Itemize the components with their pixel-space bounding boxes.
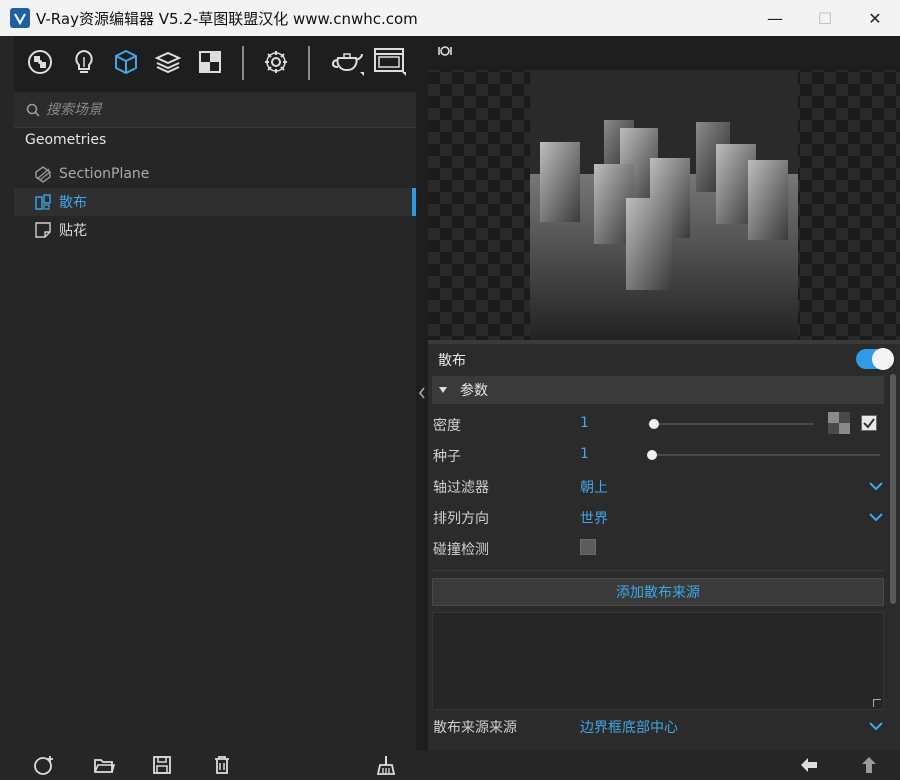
settings-icon[interactable]: [260, 46, 292, 78]
add-scatter-source-button[interactable]: 添加散布来源: [432, 578, 884, 606]
minimize-button[interactable]: —: [750, 0, 800, 36]
textures-icon[interactable]: [194, 46, 226, 78]
asset-list-panel: Geometries SectionPlane 散布 贴花: [0, 36, 416, 750]
alignment-dropdown[interactable]: 世界: [580, 508, 608, 528]
section-title: 参数: [460, 383, 488, 399]
seed-slider-knob[interactable]: [647, 450, 657, 460]
checkmark-icon: [863, 418, 875, 429]
prop-label-source-origin: 散布来源来源: [433, 720, 517, 736]
prop-value-seed[interactable]: 1: [580, 446, 589, 462]
save-icon[interactable]: [151, 754, 173, 776]
prop-value-density[interactable]: 1: [580, 415, 589, 431]
arrow-left-icon[interactable]: [798, 754, 820, 776]
material-preview: [428, 36, 900, 340]
prop-label-alignment: 排列方向: [433, 511, 489, 527]
geometry-icon[interactable]: [110, 46, 142, 78]
render-window-icon[interactable]: [370, 46, 410, 78]
category-toolbar: [14, 36, 416, 92]
density-slider[interactable]: [648, 423, 814, 425]
prop-label-density: 密度: [433, 418, 461, 434]
tree-item-label: SectionPlane: [59, 166, 150, 182]
delete-icon[interactable]: [211, 754, 233, 776]
tree-item-label: 贴花: [59, 223, 87, 239]
source-origin-dropdown[interactable]: 边界框底部中心: [580, 717, 678, 737]
chevron-left-icon: [418, 387, 425, 399]
section-plane-icon: [35, 166, 51, 183]
add-asset-icon[interactable]: [33, 754, 55, 776]
open-folder-icon[interactable]: [93, 754, 115, 776]
search-bar: [14, 92, 416, 128]
resize-grip[interactable]: [873, 699, 881, 707]
chevron-down-icon[interactable]: [868, 719, 884, 733]
separator: [432, 570, 884, 571]
chevron-down-icon[interactable]: [868, 479, 884, 493]
properties-panel: 散布 参数 密度 1 种子 1 轴过滤器 朝上 排列方向 世界 碰撞检测 添加散…: [428, 36, 900, 750]
chevron-down-icon[interactable]: [868, 510, 884, 524]
collapse-right-handle[interactable]: [416, 36, 428, 750]
preview-splitter[interactable]: [428, 340, 900, 344]
tree-header-geometries: Geometries: [25, 132, 107, 148]
materials-icon[interactable]: [24, 46, 56, 78]
prop-label-seed: 种子: [433, 449, 461, 465]
bottom-toolbar: [0, 750, 900, 780]
prop-label-collision: 碰撞检测: [433, 542, 489, 558]
scatter-source-list[interactable]: [432, 612, 884, 710]
triangle-down-icon: [439, 387, 447, 393]
vray-logo-icon: [10, 8, 30, 28]
layers-icon[interactable]: [152, 46, 184, 78]
title-bar: V-Ray资源编辑器 V5.2-草图联盟汉化 www.cnwhc.com — ☐…: [0, 0, 900, 36]
window-title: V-Ray资源编辑器 V5.2-草图联盟汉化 www.cnwhc.com: [36, 9, 418, 28]
axis-filter-dropdown[interactable]: 朝上: [580, 477, 608, 497]
section-params[interactable]: 参数: [432, 376, 884, 404]
purge-broom-icon[interactable]: [375, 754, 397, 776]
density-slider-knob[interactable]: [649, 419, 659, 429]
lights-icon[interactable]: [68, 46, 100, 78]
search-input[interactable]: [46, 101, 346, 118]
search-icon: [26, 103, 40, 117]
tree-item-sectionplane[interactable]: SectionPlane: [14, 160, 416, 188]
maximize-button[interactable]: ☐: [800, 0, 850, 36]
tree-item-scatter[interactable]: 散布: [14, 188, 416, 216]
decal-icon: [35, 222, 51, 238]
scatter-preview-image: [428, 70, 900, 340]
node-title: 散布: [438, 353, 466, 369]
teapot-render-icon[interactable]: [328, 46, 368, 78]
arrow-up-icon[interactable]: [858, 754, 880, 776]
tree-item-decal[interactable]: 贴花: [14, 216, 416, 244]
collision-checkbox[interactable]: [580, 539, 596, 555]
scatter-icon: [35, 194, 51, 210]
close-button[interactable]: ✕: [850, 0, 900, 36]
enable-toggle[interactable]: [856, 348, 894, 370]
tree-item-label: 散布: [59, 195, 87, 211]
texture-enable-checkbox[interactable]: [861, 415, 877, 431]
prop-label-axis-filter: 轴过滤器: [433, 480, 489, 496]
seed-slider[interactable]: [648, 454, 880, 456]
preview-options-icon[interactable]: [436, 42, 454, 60]
properties-scrollbar[interactable]: [890, 374, 896, 604]
texture-slot-button[interactable]: [828, 412, 850, 434]
